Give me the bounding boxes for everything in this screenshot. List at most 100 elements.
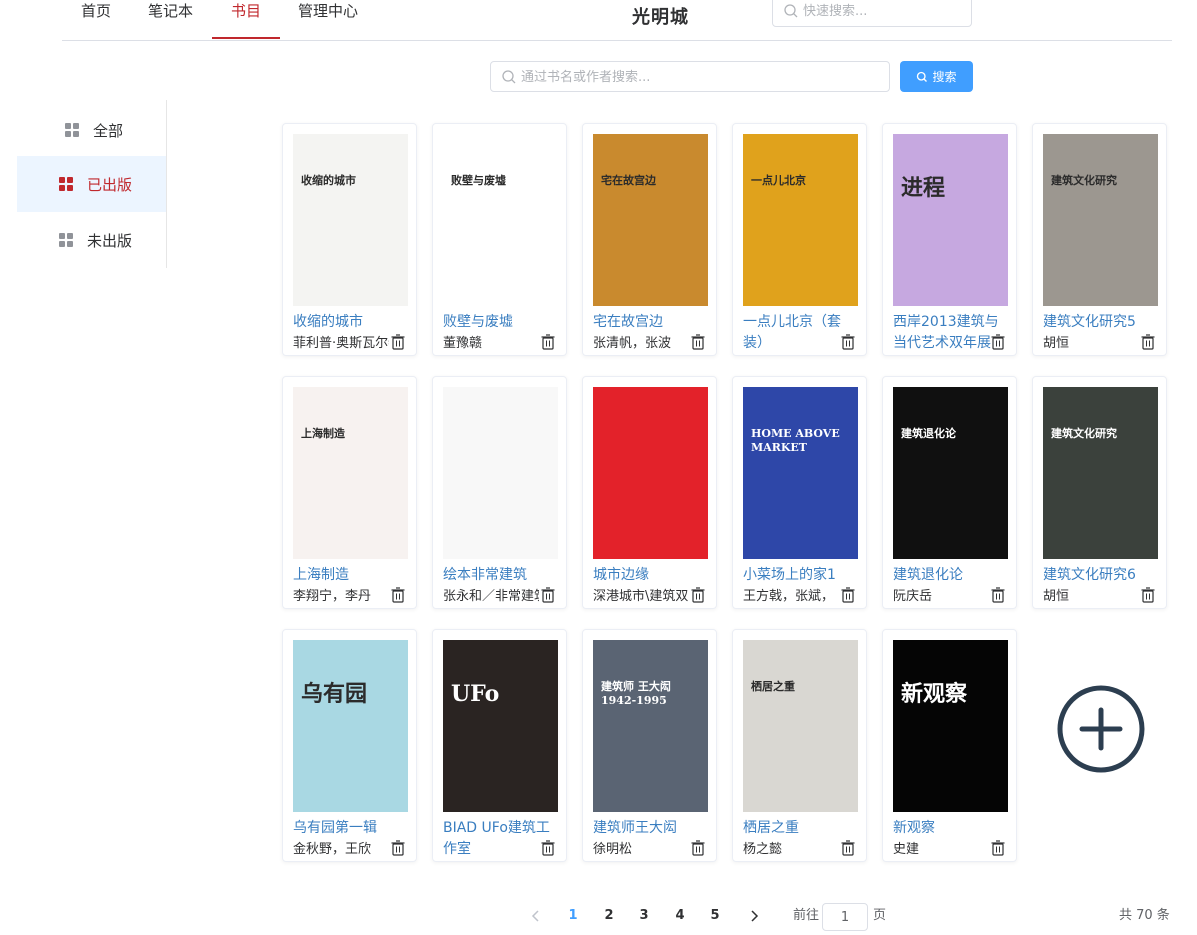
trash-icon[interactable]: [391, 840, 405, 856]
trash-icon[interactable]: [841, 334, 855, 350]
book-cover-image[interactable]: UFo: [443, 640, 558, 812]
nav-home[interactable]: 首页: [80, 0, 112, 40]
book-cover-text: 进程: [901, 175, 946, 201]
side-item-published[interactable]: 已出版: [17, 156, 166, 212]
book-card[interactable]: 收缩的城市收缩的城市菲利普·奥斯瓦尔特: [282, 123, 417, 356]
nav-admin[interactable]: 管理中心: [298, 0, 358, 40]
side-item-unpublished[interactable]: 未出版: [17, 212, 166, 268]
book-cover-image[interactable]: 收缩的城市: [293, 134, 408, 306]
book-cover-text: 宅在故宫边: [601, 174, 656, 187]
trash-icon[interactable]: [391, 587, 405, 603]
book-cover-image[interactable]: 乌有园: [293, 640, 408, 812]
trash-icon[interactable]: [541, 587, 555, 603]
book-author: 徐明松: [593, 840, 689, 860]
book-card[interactable]: 宅在故宫边 宅在故宫边 张清帆，张波: [582, 123, 717, 356]
trash-icon[interactable]: [991, 334, 1005, 350]
book-card[interactable]: 乌有园 乌有园第一辑 金秋野，王欣: [282, 629, 417, 862]
book-cover-text: 建筑退化论: [901, 427, 956, 440]
book-card[interactable]: 城市边缘深港城市\建筑双年展: [582, 376, 717, 609]
goto-prefix: 前往: [793, 908, 820, 923]
add-book-icon[interactable]: [1057, 685, 1145, 773]
book-card[interactable]: 绘本非常建筑 张永和／非常建筑: [432, 376, 567, 609]
book-card[interactable]: 一点儿北京 一点儿北京（套装）: [732, 123, 867, 356]
trash-icon[interactable]: [691, 587, 705, 603]
book-cover-image[interactable]: 进程: [893, 134, 1008, 306]
goto-page-input[interactable]: [822, 903, 868, 931]
book-cover-image[interactable]: 建筑退化论: [893, 387, 1008, 559]
page-number[interactable]: 5: [703, 906, 727, 926]
trash-icon[interactable]: [841, 587, 855, 603]
book-search-box[interactable]: [490, 61, 890, 92]
book-card[interactable]: 建筑文化研究 建筑文化研究6 胡恒: [1032, 376, 1167, 609]
total-count: 共 70 条: [1119, 908, 1170, 923]
top-navigation: 首页 笔记本 书目 管理中心 光明城: [62, 0, 1172, 41]
book-cover-image[interactable]: 宅在故宫边: [593, 134, 708, 306]
nav-catalog[interactable]: 书目: [212, 0, 280, 40]
nav-notebook-label: 笔记本: [148, 2, 194, 20]
search-icon: [917, 71, 928, 82]
book-card[interactable]: HOME ABOVE MARKET 小菜场上的家1 王方戟，张斌，: [732, 376, 867, 609]
book-author: 深港城市\建筑双年展: [593, 587, 689, 607]
book-author: 胡恒: [1043, 587, 1139, 607]
book-card[interactable]: 新观察 新观察 史建: [882, 629, 1017, 862]
next-page-icon[interactable]: [744, 906, 764, 926]
nav-notebook[interactable]: 笔记本: [148, 0, 193, 40]
book-card[interactable]: 建筑文化研究 建筑文化研究5 胡恒: [1032, 123, 1167, 356]
book-card[interactable]: 建筑师 王大闳 1942-1995 建筑师王大闳 徐明松: [582, 629, 717, 862]
book-author: 张永和／非常建筑: [443, 587, 539, 607]
book-search-input[interactable]: [521, 66, 881, 88]
quick-search-box[interactable]: [772, 0, 972, 27]
trash-icon[interactable]: [1141, 334, 1155, 350]
book-cover-text: 栖居之重: [751, 680, 795, 693]
trash-icon[interactable]: [1141, 587, 1155, 603]
prev-page-icon[interactable]: [526, 906, 546, 926]
brand-logo[interactable]: 光明城: [632, 3, 689, 29]
book-cover-image[interactable]: 上海制造: [293, 387, 408, 559]
page-number[interactable]: 2: [597, 906, 621, 926]
book-card[interactable]: 进程 西岸2013建筑与当代艺术双年展: [882, 123, 1017, 356]
search-icon: [501, 69, 517, 85]
book-cover-image[interactable]: 建筑师 王大闳 1942-1995: [593, 640, 708, 812]
book-cover-image[interactable]: 败壁与废墟: [443, 134, 558, 306]
page-number[interactable]: 1: [561, 906, 585, 926]
grid-icon: [59, 177, 73, 191]
book-cover-image[interactable]: 建筑文化研究: [1043, 387, 1158, 559]
book-author: 李翔宁，李丹: [293, 587, 389, 607]
trash-icon[interactable]: [541, 840, 555, 856]
side-item-all-label: 全部: [93, 121, 124, 140]
book-card[interactable]: UFo BIAD UFo建筑工作室: [432, 629, 567, 862]
nav-home-label: 首页: [80, 2, 111, 20]
book-cover-image[interactable]: [443, 387, 558, 559]
trash-icon[interactable]: [691, 334, 705, 350]
book-cover-text: 建筑文化研究: [1051, 427, 1117, 440]
book-author: 董豫赣: [443, 334, 539, 354]
book-cover-text: 建筑文化研究: [1051, 174, 1117, 187]
book-cover-image[interactable]: [593, 387, 708, 559]
trash-icon[interactable]: [691, 840, 705, 856]
trash-icon[interactable]: [991, 587, 1005, 603]
book-cover-image[interactable]: HOME ABOVE MARKET: [743, 387, 858, 559]
quick-search-input[interactable]: [803, 0, 963, 24]
trash-icon[interactable]: [391, 334, 405, 350]
book-cover-image[interactable]: 建筑文化研究: [1043, 134, 1158, 306]
trash-icon[interactable]: [841, 840, 855, 856]
search-button[interactable]: 搜索: [900, 61, 973, 92]
book-card[interactable]: 建筑退化论 建筑退化论 阮庆岳: [882, 376, 1017, 609]
book-author: 杨之懿: [743, 840, 839, 860]
book-cover-image[interactable]: 栖居之重: [743, 640, 858, 812]
book-card[interactable]: 上海制造 上海制造 李翔宁，李丹: [282, 376, 417, 609]
trash-icon[interactable]: [991, 840, 1005, 856]
book-card[interactable]: 败壁与废墟 败壁与废墟 董豫赣: [432, 123, 567, 356]
book-cover-image[interactable]: 一点儿北京: [743, 134, 858, 306]
page-number[interactable]: 3: [632, 906, 656, 926]
page-number[interactable]: 4: [668, 906, 692, 926]
book-cover-image[interactable]: 新观察: [893, 640, 1008, 812]
book-card[interactable]: 栖居之重 栖居之重 杨之懿: [732, 629, 867, 862]
side-item-all[interactable]: 全部: [17, 102, 166, 158]
book-cover-text: HOME ABOVE MARKET: [751, 427, 840, 455]
book-cover-text: 一点儿北京: [751, 174, 806, 187]
search-button-label: 搜索: [932, 70, 957, 84]
trash-icon[interactable]: [541, 334, 555, 350]
book-cover-text: 建筑师 王大闳 1942-1995: [601, 680, 671, 708]
search-icon: [783, 3, 799, 19]
